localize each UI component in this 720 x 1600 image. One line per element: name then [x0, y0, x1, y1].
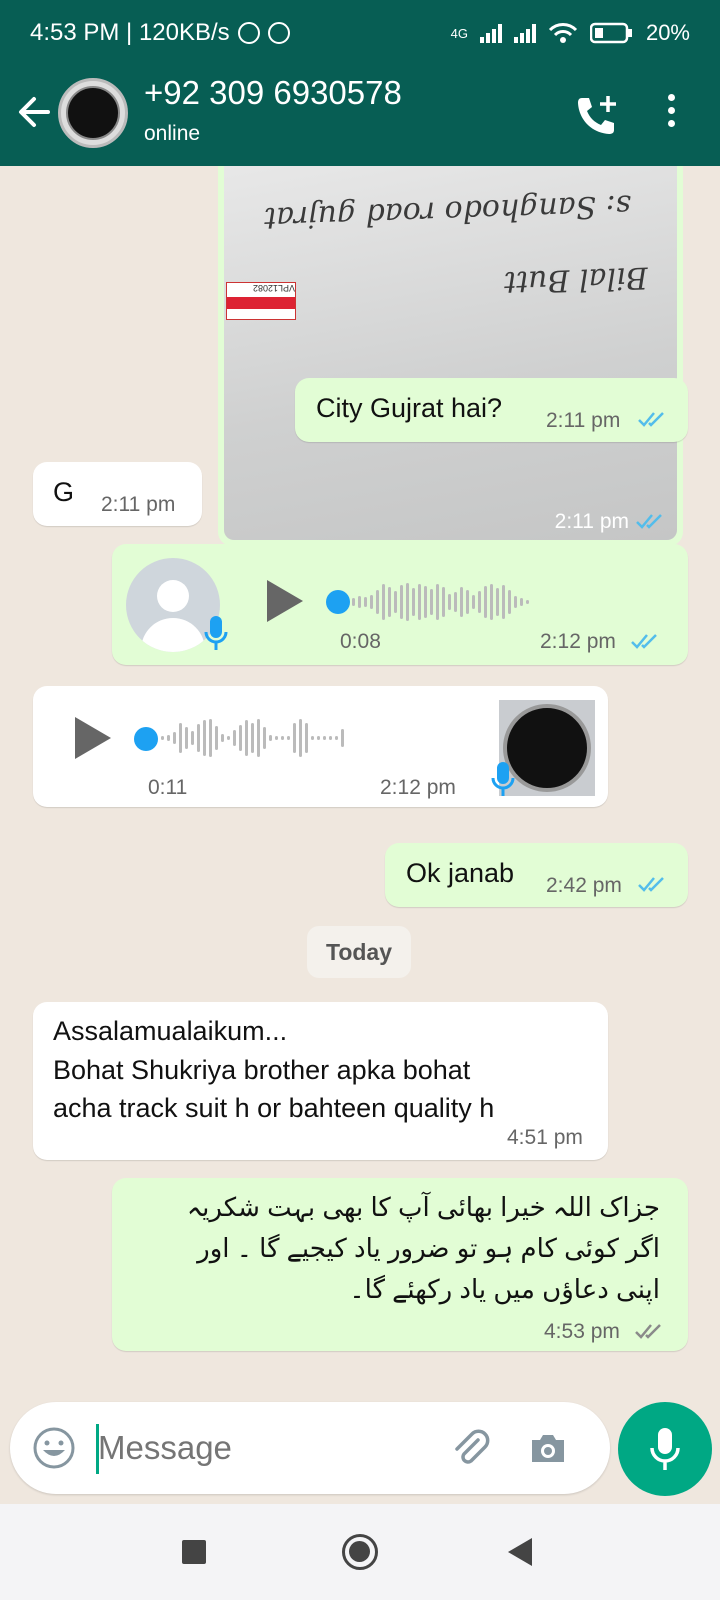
signal-icon: [479, 23, 502, 43]
message-line-2: Bohat Shukriya brother apka bohat: [53, 1055, 471, 1085]
battery-level: 20%: [645, 20, 690, 45]
mic-icon: [650, 1428, 680, 1470]
back-button[interactable]: [508, 1538, 532, 1566]
recents-button[interactable]: [182, 1540, 206, 1564]
message-line-2: اگر کوئی کام ہو تو ضرور یاد کیجیے گا ۔ ا…: [197, 1233, 660, 1263]
voice-message-outgoing[interactable]: 0:08 2:12 pm: [112, 544, 688, 665]
photo-handwriting-2: Bilal Butt: [503, 259, 649, 300]
network-label: 4G: [450, 26, 468, 41]
message-time: 2:12 pm: [380, 776, 456, 799]
message-text: City Gujrat hai?: [316, 393, 503, 423]
playback-dot[interactable]: [134, 727, 158, 751]
read-ticks-icon: [636, 514, 662, 529]
more-options-icon[interactable]: [668, 94, 676, 133]
message-bubble[interactable]: City Gujrat hai? 2:11 pm: [295, 378, 688, 442]
photo-handwriting-1: s: Sanghodo road gujrat: [263, 187, 632, 236]
wifi-icon: [548, 23, 578, 43]
voice-message-incoming[interactable]: 0:11 2:12 pm: [33, 686, 608, 807]
status-time: 4:53 PM | 120KB/s: [30, 19, 230, 46]
read-ticks-icon: [638, 412, 664, 427]
read-ticks-icon: [638, 877, 664, 892]
message-time: 4:51 pm: [507, 1126, 583, 1149]
home-button[interactable]: [342, 1534, 378, 1570]
voice-duration: 0:08: [340, 630, 381, 653]
alarm-icon: [237, 22, 260, 44]
status-bar: 4:53 PM | 120KB/s 4G 20%: [0, 0, 720, 66]
message-bubble[interactable]: G 2:11 pm: [33, 462, 202, 526]
play-button[interactable]: [75, 717, 111, 759]
system-navigation-bar: [0, 1504, 720, 1600]
message-line-3: اپنی دعاؤں میں یاد رکھئے گا۔: [349, 1274, 660, 1304]
message-time: 2:11 pm: [546, 409, 621, 432]
contact-name[interactable]: +92 309 6930578: [144, 74, 402, 112]
voice-record-button[interactable]: [618, 1402, 712, 1496]
signal-icon-2: [513, 23, 536, 43]
chat-area[interactable]: s: Sanghodo road gujrat Bilal Butt VPL12…: [0, 166, 720, 1400]
message-time: 2:12 pm: [540, 630, 616, 653]
message-input[interactable]: [98, 1422, 428, 1474]
attach-icon[interactable]: [448, 1426, 492, 1470]
play-button[interactable]: [267, 580, 303, 622]
battery-icon: [589, 22, 632, 44]
read-ticks-icon: [631, 634, 657, 649]
photo-attachment[interactable]: s: Sanghodo road gujrat Bilal Butt VPL12…: [224, 166, 677, 540]
message-text: G: [53, 477, 75, 507]
voice-duration: 0:11: [148, 776, 188, 799]
camera-icon[interactable]: [526, 1426, 570, 1470]
day-divider: Today: [307, 926, 411, 978]
whatsapp-icon: [267, 22, 290, 44]
audio-waveform[interactable]: [161, 718, 344, 758]
photo-sticker: VPL12082: [226, 282, 296, 320]
message-time: 4:53 pm: [544, 1320, 620, 1343]
delivered-ticks-icon: [635, 1324, 661, 1339]
emoji-icon[interactable]: [32, 1426, 76, 1470]
message-text: Ok janab: [406, 858, 515, 888]
message-time: 2:42 pm: [546, 874, 622, 897]
image-message[interactable]: s: Sanghodo road gujrat Bilal Butt VPL12…: [218, 166, 683, 546]
contact-avatar[interactable]: [58, 78, 128, 148]
message-bubble[interactable]: جزاک اللہ خیرا بھائی آپ کا بھی بہت شکریہ…: [112, 1178, 688, 1351]
contact-status: online: [144, 122, 201, 145]
mic-icon: [491, 762, 515, 796]
audio-waveform[interactable]: [352, 582, 529, 622]
mic-icon: [204, 616, 228, 650]
message-bubble[interactable]: Assalamualaikum... Bohat Shukriya brothe…: [33, 1002, 608, 1160]
message-time: 2:11 pm: [554, 510, 629, 533]
message-composer[interactable]: [10, 1402, 610, 1494]
message-line-1: Assalamualaikum...: [53, 1016, 288, 1046]
message-time: 2:11 pm: [101, 493, 176, 516]
chat-header: +92 309 6930578 online: [0, 66, 720, 166]
message-line-1: جزاک اللہ خیرا بھائی آپ کا بھی بہت شکریہ: [186, 1192, 660, 1222]
back-arrow-icon[interactable]: [16, 94, 52, 130]
message-line-3: acha track suit h or bahteen quality h: [53, 1093, 495, 1123]
playback-dot[interactable]: [326, 590, 350, 614]
message-bubble[interactable]: Ok janab 2:42 pm: [385, 843, 688, 907]
add-call-icon[interactable]: [572, 92, 620, 140]
